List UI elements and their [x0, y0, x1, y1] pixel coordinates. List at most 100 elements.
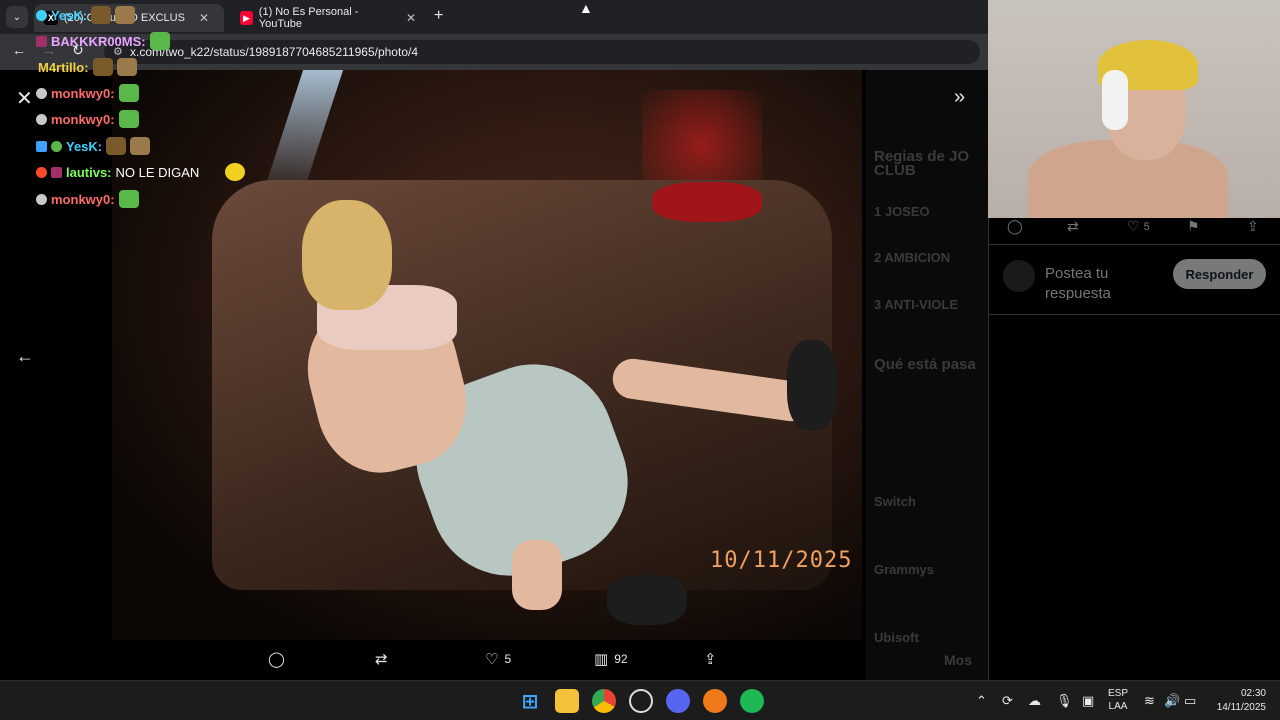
- emote-icon: [116, 58, 137, 76]
- share-icon[interactable]: ⇪: [1247, 218, 1259, 235]
- file-explorer-icon[interactable]: [555, 689, 579, 713]
- repost-button[interactable]: ⇄: [375, 650, 388, 668]
- post-action-row: ◯ ⇄ ♡ 5 ⚑ ⇪: [989, 218, 1280, 244]
- system-clock[interactable]: 02:30 14/11/2025: [1206, 687, 1266, 715]
- youtube-logo-icon: ▶: [240, 11, 253, 25]
- dimmed-trend: Switch: [874, 494, 916, 509]
- avatar[interactable]: [1003, 260, 1035, 292]
- dimmed-rule: 1 JOSEO: [874, 204, 930, 219]
- expand-panel-icon[interactable]: »: [954, 86, 965, 109]
- chrome-icon[interactable]: [592, 689, 616, 713]
- chat-message: M4rtillo:: [38, 58, 137, 76]
- browser-tabbar: ⌄ X (20) Comu EO EXCLUS ✕ ▶ (1) No Es Pe…: [0, 0, 988, 34]
- close-tab-icon[interactable]: ✕: [199, 11, 209, 25]
- volume-icon[interactable]: 🔊: [1164, 693, 1180, 709]
- divider: [989, 314, 1280, 315]
- emote-icon: [225, 163, 246, 181]
- tab-search-button[interactable]: ⌄: [6, 6, 28, 28]
- dimmed-heading-2: CLUB: [874, 162, 916, 179]
- media-viewer: Regias de JO CLUB 1 JOSEO 2 AMBICION 3 A…: [0, 70, 988, 680]
- language-indicator[interactable]: ESP LAA: [1108, 687, 1128, 713]
- photo-shoe: [607, 575, 687, 625]
- fl-studio-icon[interactable]: [703, 689, 727, 713]
- post-photo[interactable]: 10/11/2025: [112, 70, 862, 640]
- chat-user: YesK:: [66, 138, 103, 154]
- windows-start-icon[interactable]: ⊞: [518, 689, 542, 713]
- bookmark-icon[interactable]: ⚑: [1187, 218, 1200, 235]
- close-viewer-icon[interactable]: ✕: [16, 86, 33, 111]
- photo-leg: [512, 540, 562, 610]
- emote-icon: [118, 84, 139, 102]
- chat-badge-icon: [36, 193, 47, 205]
- reply-input[interactable]: Postea tu respuesta: [1045, 264, 1155, 300]
- emote-icon: [149, 32, 170, 50]
- windows-taskbar: ⊞ ⌃ ⟳ ☁ 🎙 ▣ ESP LAA ≋ 🔊 ▭ 02:30 14/11/20…: [0, 680, 1280, 720]
- chat-message: monkwy0:: [36, 190, 139, 208]
- chat-user: monkwy0:: [51, 191, 115, 207]
- like-count: 5: [1143, 220, 1150, 233]
- battery-icon[interactable]: ▭: [1184, 693, 1196, 709]
- dimmed-trending-title: Qué está pasa: [874, 356, 976, 373]
- webcam-overlay: [988, 0, 1280, 218]
- photo-red-pillow: [652, 182, 762, 222]
- chat-badge-icon: [36, 87, 47, 99]
- reply-submit-button[interactable]: Responder: [1173, 259, 1266, 289]
- emote-icon: [106, 137, 127, 155]
- like-button[interactable]: ♡ 5: [1127, 218, 1150, 235]
- language-code: ESP: [1108, 688, 1129, 699]
- chat-badge-icon: [51, 140, 62, 152]
- emote-icon: [118, 190, 139, 208]
- share-button[interactable]: ⇪: [704, 650, 717, 668]
- back-arrow-icon[interactable]: ←: [12, 42, 26, 58]
- microphone-icon[interactable]: 🎙: [1056, 693, 1073, 709]
- emote-icon: [118, 110, 139, 128]
- photo-date-stamp: 10/11/2025: [710, 548, 853, 573]
- tab-title: (1) No Es Personal - YouTube: [258, 6, 359, 30]
- chat-message: YesK:: [36, 137, 151, 155]
- dimmed-rule: 3 ANTI-VIOLE: [874, 297, 959, 312]
- heart-icon: ♡: [1127, 218, 1140, 234]
- screen: ⌄ X (20) Comu EO EXCLUS ✕ ▶ (1) No Es Pe…: [0, 0, 1280, 720]
- chat-message: lautivs: NO LE DIGAN: [36, 163, 246, 181]
- display-icon[interactable]: ▣: [1082, 693, 1094, 709]
- chat-user: monkwy0:: [51, 111, 115, 127]
- emote-icon: [130, 137, 151, 155]
- views-chart-icon: ▥: [594, 651, 609, 668]
- mouse-cursor-icon: ▲: [579, 0, 593, 16]
- previous-photo-icon[interactable]: ←: [16, 346, 34, 367]
- chat-badge-icon: [36, 35, 47, 47]
- chat-user: M4rtillo:: [38, 59, 89, 75]
- obs-icon[interactable]: [629, 689, 653, 713]
- chat-badge-icon: [51, 166, 62, 178]
- reply-button[interactable]: ◯: [268, 650, 285, 668]
- wifi-icon[interactable]: ≋: [1144, 693, 1155, 709]
- views-button[interactable]: ▥ 92: [594, 650, 628, 668]
- post-action-bar: ◯ ⇄ ♡ 5 ▥ 92 ⇪: [0, 640, 988, 680]
- close-tab-icon[interactable]: ✕: [406, 11, 416, 25]
- chat-message: YesK:: [36, 6, 136, 24]
- address-bar[interactable]: ⚙ x.com/two_k22/status/19891877046852119…: [104, 40, 980, 64]
- divider: [989, 244, 1280, 245]
- discord-icon[interactable]: [666, 689, 690, 713]
- chat-user: YesK:: [51, 7, 88, 23]
- chat-message: monkwy0:: [36, 110, 139, 128]
- sync-icon[interactable]: ⟳: [1002, 693, 1013, 709]
- keyboard-layout: LAA: [1108, 701, 1128, 712]
- tab-youtube[interactable]: ▶ (1) No Es Personal - YouTube ✕: [230, 4, 426, 32]
- chat-badge-icon: [36, 9, 47, 21]
- show-hidden-icons-icon[interactable]: ⌃: [976, 693, 987, 709]
- comment-icon: ◯: [268, 651, 285, 668]
- new-tab-button[interactable]: +: [434, 7, 443, 25]
- cloud-icon[interactable]: ☁: [1028, 693, 1041, 709]
- reply-icon[interactable]: ◯: [1007, 218, 1023, 235]
- chat-text: NO LE DIGAN: [115, 164, 200, 180]
- spotify-icon[interactable]: [740, 689, 764, 713]
- repost-icon[interactable]: ⇄: [1067, 218, 1079, 235]
- headphones-icon: [1102, 70, 1128, 130]
- chat-message: monkwy0:: [36, 84, 139, 102]
- heart-icon: ♡: [485, 651, 499, 668]
- photo-shoe: [787, 340, 837, 430]
- url-text: x.com/two_k22/status/1989187704685211965…: [130, 45, 418, 59]
- emote-icon: [92, 58, 113, 76]
- like-button[interactable]: ♡ 5: [485, 650, 511, 668]
